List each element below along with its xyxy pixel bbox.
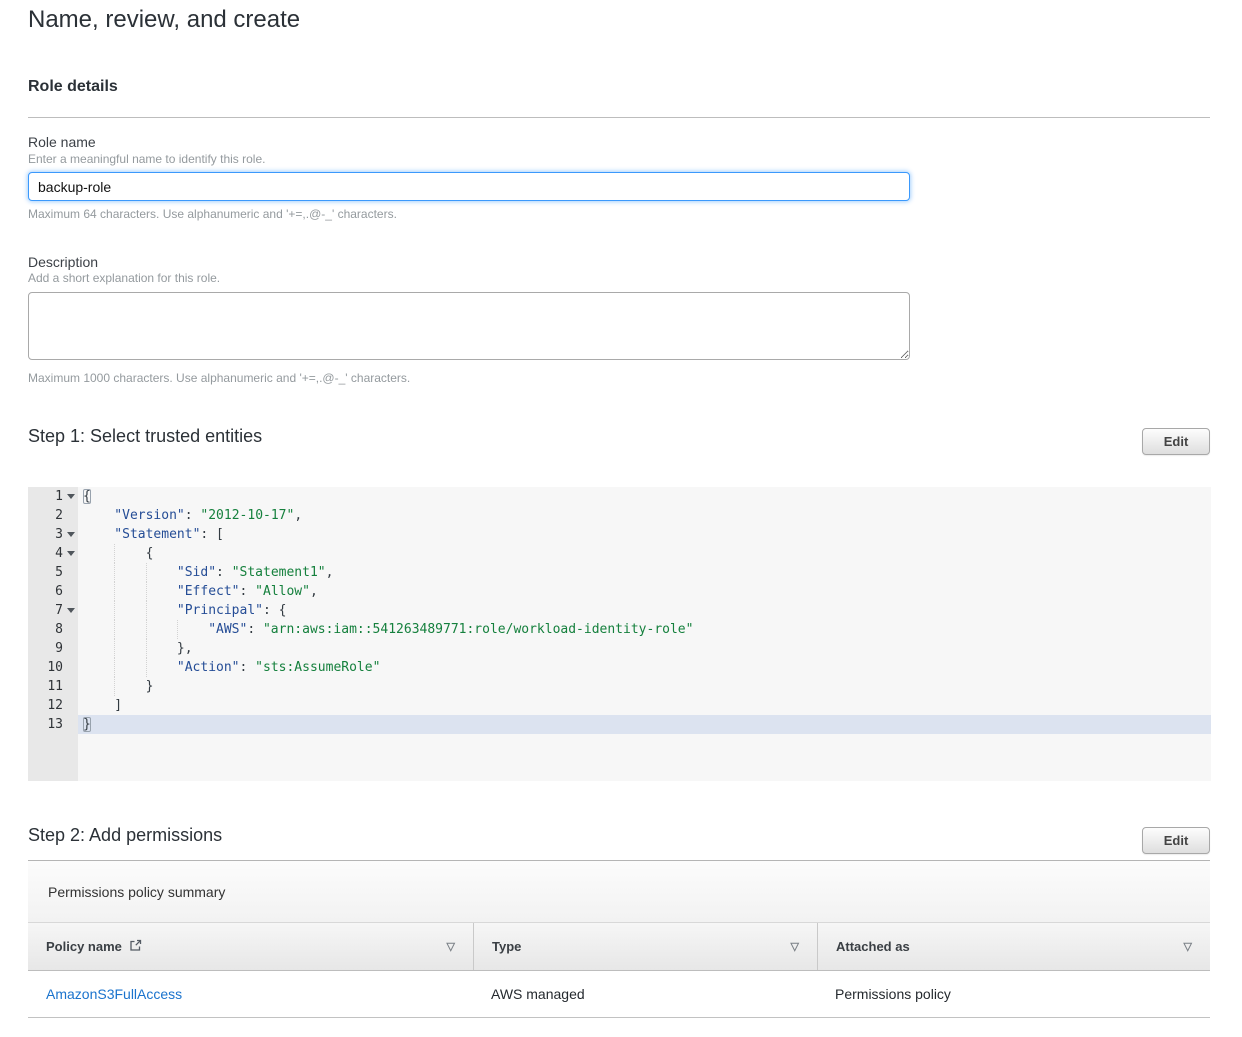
code-line: "Version": "2012-10-17", xyxy=(78,506,1211,525)
permissions-table-header: Policy name ▽ Type ▽ Attached as ▽ xyxy=(28,923,1210,971)
fold-icon[interactable] xyxy=(67,608,75,613)
description-hint: Add a short explanation for this role. xyxy=(28,271,220,285)
line-number: 1 xyxy=(28,487,78,506)
description-constraint: Maximum 1000 characters. Use alphanumeri… xyxy=(28,371,410,385)
role-name-constraint: Maximum 64 characters. Use alphanumeric … xyxy=(28,207,397,221)
line-number: 8 xyxy=(28,620,78,639)
line-number: 2 xyxy=(28,506,78,525)
filter-icon[interactable]: ▽ xyxy=(791,940,799,953)
code-line: } xyxy=(78,677,1211,696)
code-line: "Statement": [ xyxy=(78,525,1211,544)
code-line: { xyxy=(78,487,1211,506)
column-header-policy-name: Policy name ▽ xyxy=(28,923,473,970)
fold-icon[interactable] xyxy=(67,532,75,537)
policy-name-cell: AmazonS3FullAccess xyxy=(28,986,473,1002)
name-review-create-page: Name, review, and create Role details Ro… xyxy=(0,0,1242,1037)
line-number: 10 xyxy=(28,658,78,677)
code-line: ] xyxy=(78,696,1211,715)
editor-gutter: 12345678910111213 xyxy=(28,487,78,781)
role-name-input[interactable] xyxy=(28,172,910,201)
section-divider xyxy=(28,117,1210,118)
code-line: } xyxy=(78,715,1211,734)
line-number: 6 xyxy=(28,582,78,601)
line-number: 13 xyxy=(28,715,78,734)
table-row: AmazonS3FullAccess AWS managed Permissio… xyxy=(28,971,1210,1017)
permissions-summary-panel: Permissions policy summary Policy name ▽… xyxy=(28,860,1210,1018)
fold-icon[interactable] xyxy=(67,551,75,556)
line-number: 11 xyxy=(28,677,78,696)
permissions-panel-title: Permissions policy summary xyxy=(28,861,1210,923)
step1-heading: Step 1: Select trusted entities xyxy=(28,426,262,447)
code-line: }, xyxy=(78,639,1211,658)
code-line: "Sid": "Statement1", xyxy=(78,563,1211,582)
column-label: Type xyxy=(492,939,521,954)
step2-edit-button[interactable]: Edit xyxy=(1142,827,1210,854)
description-textarea[interactable] xyxy=(28,292,910,360)
role-name-hint: Enter a meaningful name to identify this… xyxy=(28,152,265,166)
role-name-label: Role name xyxy=(28,134,96,150)
role-details-heading: Role details xyxy=(28,78,118,96)
line-number: 9 xyxy=(28,639,78,658)
code-line: "Principal": { xyxy=(78,601,1211,620)
column-label: Policy name xyxy=(46,939,122,954)
code-line: { xyxy=(78,544,1211,563)
line-number: 7 xyxy=(28,601,78,620)
step1-edit-button[interactable]: Edit xyxy=(1142,428,1210,455)
step2-heading: Step 2: Add permissions xyxy=(28,825,222,846)
editor-code: {"Version": "2012-10-17","Statement": [{… xyxy=(78,487,1211,781)
filter-icon[interactable]: ▽ xyxy=(447,940,455,953)
code-line: "Action": "sts:AssumeRole" xyxy=(78,658,1211,677)
policy-type-cell: AWS managed xyxy=(473,986,817,1002)
column-label: Attached as xyxy=(836,939,910,954)
line-number: 5 xyxy=(28,563,78,582)
fold-icon[interactable] xyxy=(67,494,75,499)
description-label: Description xyxy=(28,254,98,270)
code-line: "AWS": "arn:aws:iam::541263489771:role/w… xyxy=(78,620,1211,639)
filter-icon[interactable]: ▽ xyxy=(1184,940,1192,953)
page-title: Name, review, and create xyxy=(28,6,300,34)
code-line: "Effect": "Allow", xyxy=(78,582,1211,601)
column-header-type: Type ▽ xyxy=(473,923,817,970)
policy-editor[interactable]: 12345678910111213 {"Version": "2012-10-1… xyxy=(28,487,1211,781)
line-number: 12 xyxy=(28,696,78,715)
policy-name-link[interactable]: AmazonS3FullAccess xyxy=(46,986,182,1002)
line-number: 4 xyxy=(28,544,78,563)
attached-as-cell: Permissions policy xyxy=(817,986,1210,1002)
external-link-icon xyxy=(129,939,142,955)
line-number: 3 xyxy=(28,525,78,544)
column-header-attached-as: Attached as ▽ xyxy=(817,923,1210,970)
